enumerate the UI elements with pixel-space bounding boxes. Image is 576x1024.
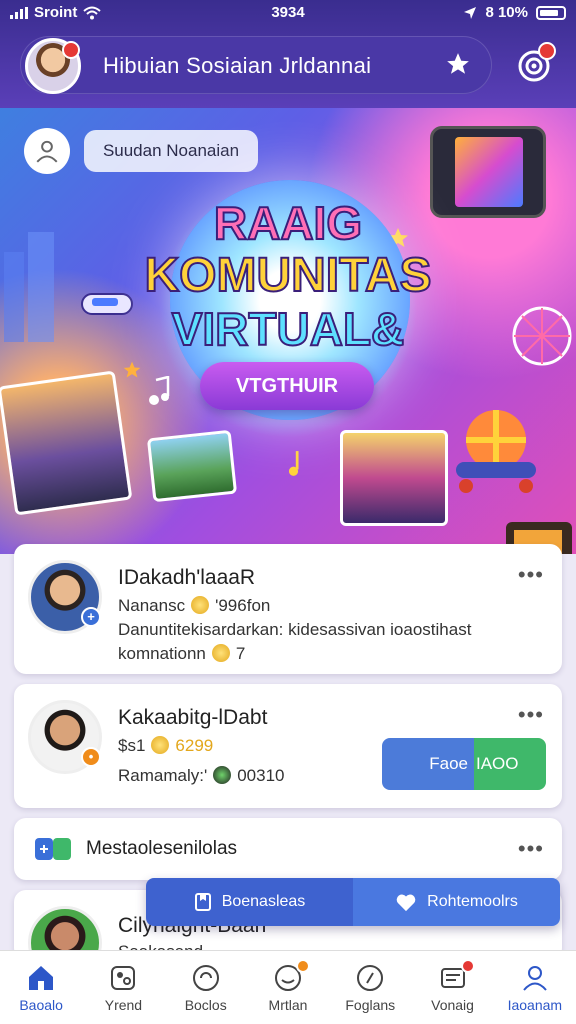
status-bar: Sroint 3934 8 10% — [0, 0, 576, 26]
coin-icon — [191, 596, 210, 614]
photo-card[interactable] — [146, 429, 238, 503]
nav-explore[interactable]: Foglans — [329, 951, 411, 1024]
avatar[interactable]: • — [28, 700, 102, 774]
post-text: Danuntitekisardarkan: kidesassivan ioaos… — [118, 620, 472, 639]
user-name[interactable]: IDakadh'laaaR — [118, 566, 255, 590]
section-title[interactable]: Mestaolesenilolas — [86, 838, 237, 860]
nav-home[interactable]: Baoalo — [0, 951, 82, 1024]
more-options-icon[interactable]: ••• — [518, 562, 544, 588]
star-decoration-icon — [123, 361, 141, 378]
add-friend-icon[interactable]: + — [81, 607, 101, 627]
trend-icon — [111, 966, 136, 990]
battery-percent: 8 10% — [485, 4, 528, 21]
profile-avatar[interactable] — [25, 38, 81, 94]
favorites-button[interactable]: Rohtemoolrs — [353, 878, 560, 926]
location-icon — [464, 6, 477, 19]
nav-games[interactable]: Boclos — [165, 951, 247, 1024]
nav-profile[interactable]: Iaoanam — [494, 951, 576, 1024]
games-icon — [192, 965, 219, 991]
post-meta: $s1 6299 — [118, 736, 214, 755]
app-header: Sroint 3934 8 10% Hibuian Sosiaian Jrlda… — [0, 0, 576, 108]
photo-card[interactable] — [0, 370, 133, 516]
notification-badge — [295, 959, 310, 973]
bookmark-icon — [194, 893, 211, 911]
hero-banner[interactable]: Suudan Noanaian RAAIG KOMUNITAS VIRTUAL&… — [0, 108, 576, 554]
post-community: komnationn 7 — [118, 644, 246, 663]
star-icon[interactable] — [443, 51, 473, 81]
profile-icon — [523, 966, 547, 991]
avatar[interactable]: + — [28, 560, 102, 634]
heart-icon — [396, 894, 416, 912]
post-card[interactable]: Mestaolesenilolas ••• — [14, 818, 562, 880]
bookmarks-button[interactable]: Boenasleas — [146, 878, 353, 926]
nav-messages[interactable]: Vonaig — [411, 951, 493, 1024]
follow-button[interactable]: Faoe IAOO — [382, 738, 546, 790]
notification-badge — [538, 42, 556, 60]
status-dot: • — [81, 747, 101, 767]
more-options-icon[interactable]: ••• — [518, 702, 544, 728]
battery-icon — [536, 5, 566, 20]
banner-title-line-3: VIRTUAL& — [171, 302, 406, 356]
ufo-illustration — [456, 410, 536, 493]
user-name[interactable]: Kakaabitg-lDabt — [118, 706, 267, 730]
music-note-icon — [288, 451, 299, 476]
banner-cta-button[interactable]: VTGTHUIR — [200, 362, 374, 410]
game-controller-icon — [35, 838, 71, 860]
user-icon[interactable] — [24, 128, 70, 174]
home-icon — [29, 966, 54, 990]
header-bar: Hibuian Sosiaian Jrldannai — [20, 36, 492, 94]
post-stats: Ramamaly:' 00310 — [118, 766, 285, 785]
photo-card[interactable] — [340, 430, 448, 526]
notification-badge — [460, 959, 475, 973]
coin-icon — [211, 644, 230, 662]
user-name-chip[interactable]: Suudan Noanaian — [84, 130, 258, 172]
coin-icon — [213, 766, 232, 784]
post-meta: Nanansc '996fon — [118, 596, 271, 615]
post-card[interactable]: + IDakadh'laaaR Nanansc '996fon Danuntite… — [14, 544, 562, 674]
compass-icon — [357, 965, 384, 991]
coin-icon — [151, 736, 170, 754]
music-note-icon — [149, 376, 170, 405]
floating-action-bar: Boenasleas Rohtemoolrs — [146, 878, 560, 926]
nav-chat[interactable]: Mrtlan — [247, 951, 329, 1024]
more-options-icon[interactable]: ••• — [518, 836, 544, 862]
banner-title-line-1: RAAIG — [213, 196, 363, 250]
bottom-navigation: Baoalo Yrend Boclos Mrtlan Foglans Vonai… — [0, 950, 576, 1024]
banner-title-line-2: KOMUNITAS — [143, 248, 432, 303]
page-title: Hibuian Sosiaian Jrldannai — [103, 53, 372, 78]
notification-icon[interactable] — [514, 42, 556, 86]
nav-trend[interactable]: Yrend — [82, 951, 164, 1024]
